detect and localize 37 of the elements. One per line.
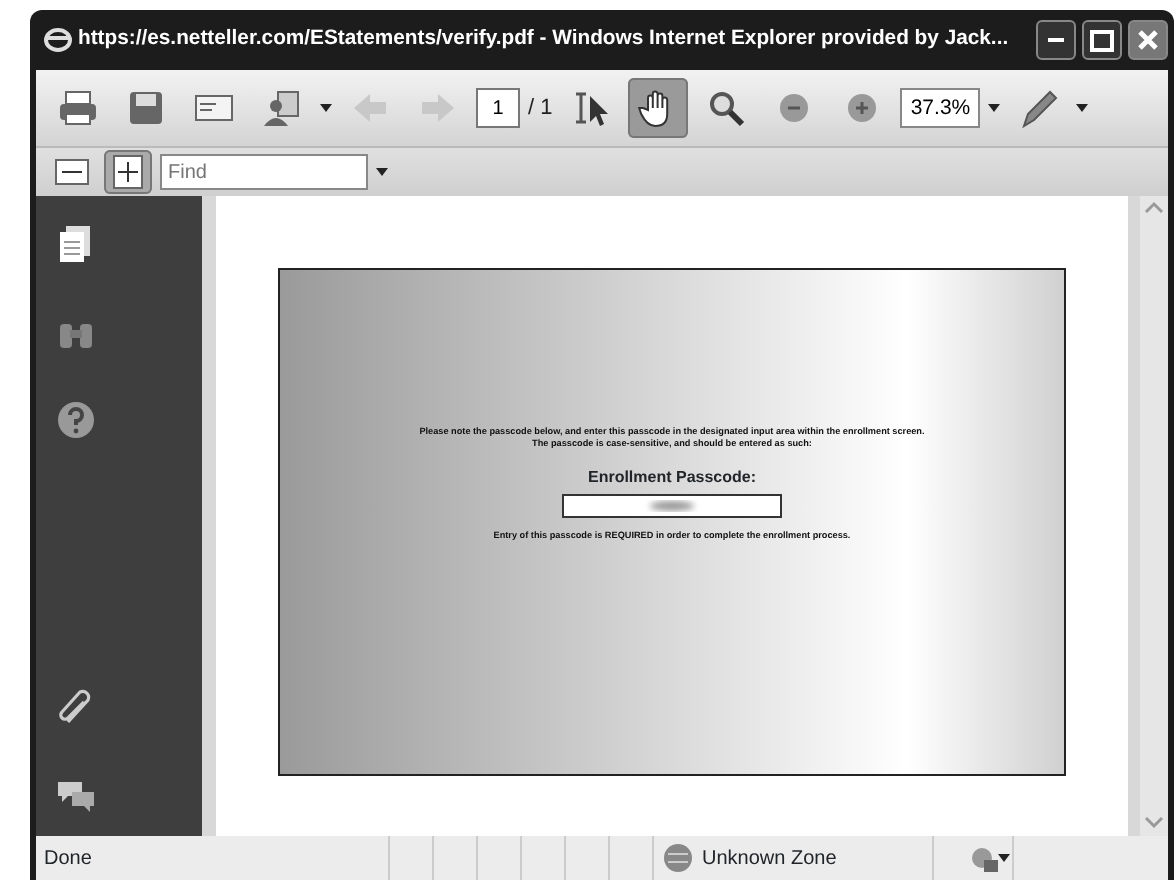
maximize-button[interactable] — [1082, 20, 1122, 60]
help-icon[interactable] — [56, 400, 96, 440]
fit-page-button[interactable] — [104, 150, 152, 194]
page-total: / 1 — [528, 93, 553, 124]
zoom-field[interactable]: 37.3% — [900, 88, 981, 128]
zone-text: Unknown Zone — [702, 845, 837, 873]
paperclip-icon[interactable] — [56, 688, 96, 728]
caret-icon — [997, 854, 1009, 862]
blurred-value-icon — [644, 497, 700, 514]
window-title: https://es.netteller.com/EStatements/verify.pdf - Windows Internet Explorer provided by Jack... — [78, 26, 1011, 55]
browser-logo-icon — [44, 24, 72, 56]
status-text: Done — [42, 845, 94, 873]
page-number-field[interactable]: 1 — [476, 88, 520, 128]
minimize-button[interactable] — [1036, 20, 1076, 60]
passcode-label: Enrollment Passcode: — [587, 465, 757, 490]
close-button[interactable] — [1128, 20, 1168, 60]
right-arrow-icon — [418, 88, 458, 128]
left-arrow-icon — [350, 88, 390, 128]
pages-icon[interactable] — [56, 224, 96, 264]
vertical-scrollbar[interactable] — [1140, 196, 1168, 836]
maximize-icon — [1090, 29, 1114, 51]
close-icon — [1136, 28, 1160, 52]
printer-icon — [58, 88, 98, 128]
pen-icon — [1018, 88, 1059, 128]
fit-page-icon — [108, 152, 148, 192]
magnifier-icon — [706, 88, 747, 128]
caret-icon — [1076, 104, 1089, 112]
caret-icon — [988, 104, 1001, 112]
text-cursor-icon — [570, 88, 611, 128]
hand-button[interactable] — [628, 78, 689, 138]
find-field[interactable]: Find — [160, 154, 368, 190]
person-document-icon — [262, 88, 302, 128]
minimize-icon — [1048, 38, 1064, 42]
caret-icon — [320, 104, 332, 112]
caret-icon — [376, 168, 388, 176]
speech-bubbles-icon[interactable] — [56, 776, 96, 816]
globe-icon — [662, 842, 694, 874]
